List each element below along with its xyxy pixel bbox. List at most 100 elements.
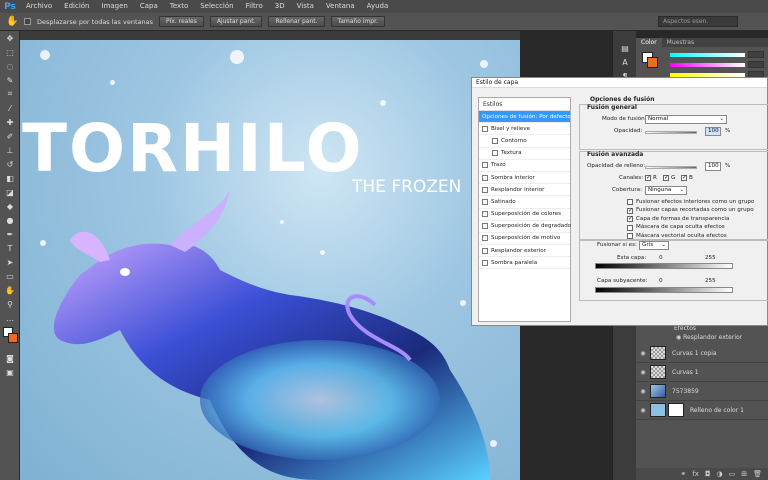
style-item[interactable]: Satinado — [479, 196, 570, 209]
style-checkbox[interactable] — [482, 223, 488, 230]
visibility-eye-icon[interactable]: ◉ — [636, 407, 650, 414]
marquee-tool-icon[interactable]: ⬚ — [0, 45, 20, 59]
actual-pixels-button[interactable]: Píx. reales — [158, 16, 204, 27]
tab-color[interactable]: Color — [636, 38, 662, 47]
document-canvas[interactable]: TORHILO THE FROZEN — [20, 40, 520, 480]
advanced-option-checkbox[interactable]: ✓ — [627, 216, 633, 222]
style-checkbox[interactable] — [482, 235, 488, 242]
visibility-eye-icon[interactable]: ◉ — [636, 350, 650, 357]
style-checkbox[interactable] — [492, 137, 498, 144]
link-icon[interactable]: ⚭ — [680, 468, 686, 480]
style-checkbox[interactable] — [482, 259, 488, 266]
style-item[interactable]: Superposición de degradado — [479, 221, 571, 233]
layer-row[interactable]: ◉ Curvas 1 copia — [636, 344, 768, 363]
style-checkbox[interactable] — [482, 162, 488, 169]
blend-if-select[interactable]: Gris ⌄ — [639, 241, 669, 250]
style-item[interactable]: Resplandor interior — [479, 184, 570, 197]
effect-item[interactable]: ◉ Resplandor exterior — [636, 332, 768, 344]
fx-icon[interactable]: fx — [692, 468, 699, 480]
healing-brush-icon[interactable]: ✚ — [0, 115, 20, 129]
new-layer-icon[interactable]: ⊞ — [741, 468, 747, 480]
lasso-tool-icon[interactable]: ◌ — [0, 59, 20, 73]
channel-b-checkbox[interactable]: ✓ — [681, 175, 687, 181]
style-checkbox[interactable] — [482, 211, 488, 218]
character-panel-icon[interactable]: A — [613, 55, 637, 69]
opacity-input[interactable]: 100 — [705, 127, 721, 136]
crop-tool-icon[interactable]: ⌗ — [0, 87, 20, 101]
menu-capa[interactable]: Capa — [134, 0, 164, 13]
background-swatch[interactable] — [8, 333, 18, 343]
paint-bucket-icon[interactable]: ◪ — [0, 185, 20, 199]
advanced-option-checkbox[interactable]: ✓ — [627, 207, 633, 214]
visibility-eye-icon[interactable]: ◉ — [636, 369, 650, 376]
channel-r-checkbox[interactable]: ✓ — [645, 175, 651, 181]
history-panel-icon[interactable]: ▤ — [613, 41, 637, 55]
channel-g-checkbox[interactable]: ✓ — [663, 175, 669, 181]
menu-edicion[interactable]: Edición — [58, 0, 95, 13]
opacity-slider[interactable] — [645, 131, 697, 134]
green-value-field[interactable] — [748, 61, 764, 68]
adjustment-icon[interactable]: ◑ — [717, 468, 723, 480]
tab-swatches[interactable]: Muestras — [662, 38, 699, 47]
this-layer-gradient-slider[interactable] — [595, 263, 733, 269]
eraser-tool-icon[interactable]: ◧ — [0, 171, 20, 185]
menu-archivo[interactable]: Archivo — [20, 0, 58, 13]
styles-list-header[interactable]: Estilos — [479, 98, 570, 111]
menu-3d[interactable]: 3D — [269, 0, 291, 13]
style-item[interactable]: Superposición de colores — [479, 209, 570, 221]
group-icon[interactable]: ▭ — [729, 468, 736, 480]
red-value-field[interactable] — [748, 51, 764, 58]
style-checkbox[interactable] — [482, 125, 488, 132]
underlying-layer-gradient-slider[interactable] — [595, 287, 733, 293]
history-brush-icon[interactable]: ↺ — [0, 157, 20, 171]
red-slider[interactable] — [670, 53, 745, 57]
style-checkbox[interactable] — [482, 174, 488, 181]
style-checkbox[interactable] — [482, 198, 488, 205]
visibility-eye-icon[interactable]: ◉ — [636, 388, 650, 395]
pen-tool-icon[interactable]: ✒ — [0, 227, 20, 241]
advanced-option-checkbox[interactable] — [627, 199, 633, 205]
fill-screen-button[interactable]: Rellenar pant. — [268, 16, 325, 27]
style-item[interactable]: Resplandor exterior — [479, 245, 570, 258]
green-slider[interactable] — [670, 63, 745, 67]
style-checkbox[interactable] — [482, 247, 488, 254]
stamp-tool-icon[interactable]: ⊥ — [0, 143, 20, 157]
more-tools-icon[interactable]: … — [0, 311, 20, 325]
fill-opacity-slider[interactable] — [645, 166, 697, 169]
layer-row[interactable]: ◉ Relleno de color 1 — [636, 401, 768, 420]
screen-mode-icon[interactable]: ▣ — [0, 365, 20, 379]
trash-icon[interactable]: 🗑 — [753, 468, 762, 480]
mask-icon[interactable]: ◘ — [705, 468, 711, 480]
style-item[interactable]: Contorno — [479, 135, 570, 148]
print-size-button[interactable]: Tamaño impr. — [330, 16, 385, 27]
blur-tool-icon[interactable]: ◆ — [0, 199, 20, 213]
move-tool-icon[interactable]: ✥ — [0, 31, 20, 45]
style-item[interactable]: Sombra interior — [479, 172, 570, 185]
type-tool-icon[interactable]: T — [0, 241, 20, 255]
blend-mode-select[interactable]: Normal ⌄ — [645, 115, 727, 124]
workspace-selector[interactable]: Aspectos esen. — [658, 16, 738, 27]
style-item[interactable]: Opciones de fusión: Por defecto — [479, 111, 571, 124]
menu-vista[interactable]: Vista — [291, 0, 320, 13]
style-item[interactable]: Trazo — [479, 160, 570, 172]
fit-screen-button[interactable]: Ajustar pant. — [209, 16, 263, 27]
eyedropper-icon[interactable]: ⁄ — [0, 101, 20, 115]
shape-tool-icon[interactable]: ▭ — [0, 269, 20, 283]
menu-texto[interactable]: Texto — [164, 0, 194, 13]
advanced-option-checkbox[interactable] — [627, 224, 633, 231]
fill-opacity-input[interactable]: 100 — [705, 162, 721, 171]
style-checkbox[interactable] — [482, 186, 488, 193]
color-bg-swatch[interactable] — [647, 57, 658, 68]
brush-tool-icon[interactable]: ✐ — [0, 129, 20, 143]
knockout-select[interactable]: Ninguna ⌄ — [645, 186, 687, 195]
zoom-tool-icon[interactable]: ⚲ — [0, 297, 20, 311]
style-item[interactable]: Textura — [479, 148, 570, 160]
path-select-icon[interactable]: ➤ — [0, 255, 20, 269]
quick-mask-icon[interactable]: ◙ — [0, 351, 20, 365]
menu-ayuda[interactable]: Ayuda — [361, 0, 395, 13]
menu-filtro[interactable]: Filtro — [240, 0, 269, 13]
menu-seleccion[interactable]: Selección — [194, 0, 239, 13]
layer-row[interactable]: ◉ 7573859 — [636, 382, 768, 401]
scroll-all-checkbox[interactable] — [24, 18, 31, 25]
layer-row[interactable]: ◉ Curvas 1 — [636, 363, 768, 382]
